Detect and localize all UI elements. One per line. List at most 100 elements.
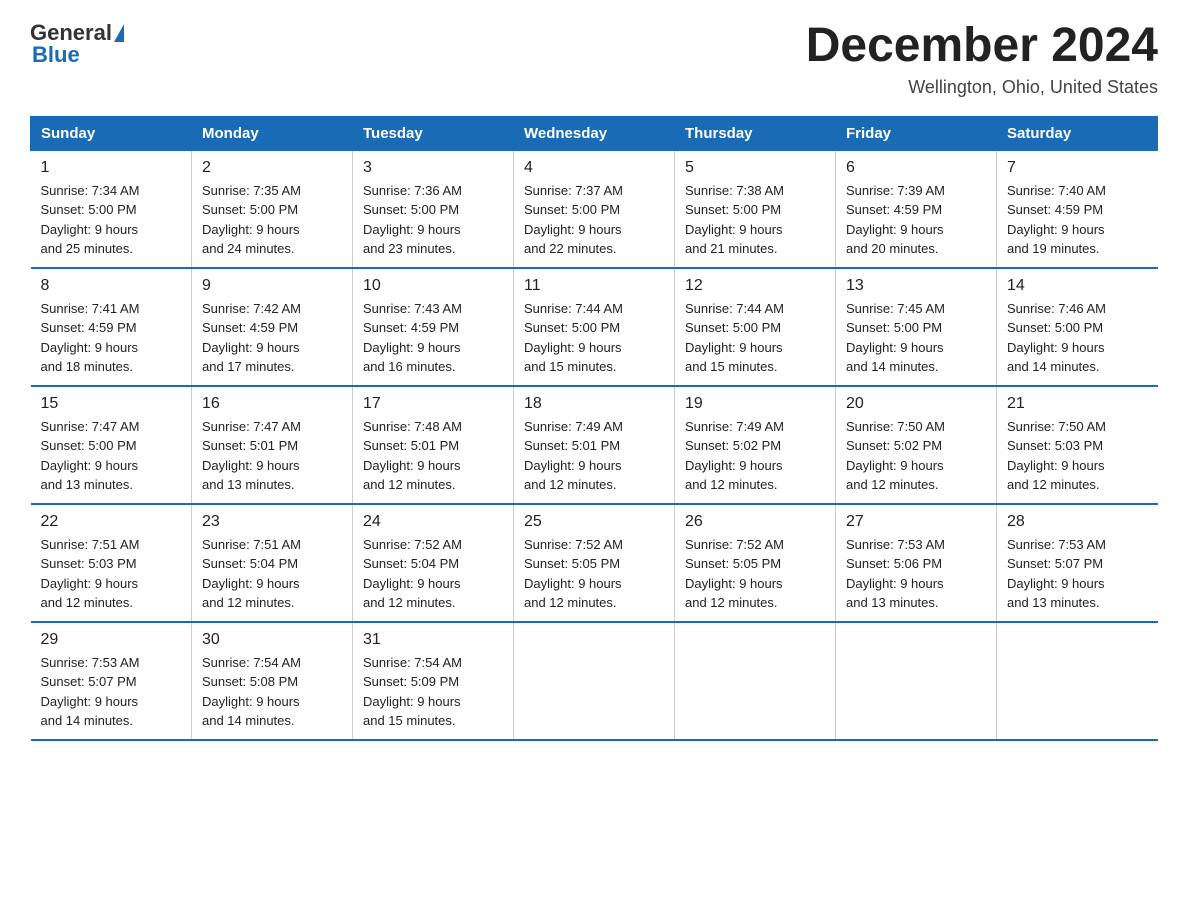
day-number: 19 — [685, 395, 825, 413]
cell-info: Sunrise: 7:49 AMSunset: 5:01 PMDaylight:… — [524, 419, 623, 493]
calendar-cell: 9 Sunrise: 7:42 AMSunset: 4:59 PMDayligh… — [192, 268, 353, 386]
day-number: 8 — [41, 277, 182, 295]
calendar-cell: 6 Sunrise: 7:39 AMSunset: 4:59 PMDayligh… — [836, 150, 997, 268]
cell-info: Sunrise: 7:44 AMSunset: 5:00 PMDaylight:… — [524, 301, 623, 375]
day-number: 29 — [41, 631, 182, 649]
calendar-cell: 29 Sunrise: 7:53 AMSunset: 5:07 PMDaylig… — [31, 622, 192, 740]
cell-info: Sunrise: 7:46 AMSunset: 5:00 PMDaylight:… — [1007, 301, 1106, 375]
col-header-sunday: Sunday — [31, 116, 192, 150]
calendar-cell: 15 Sunrise: 7:47 AMSunset: 5:00 PMDaylig… — [31, 386, 192, 504]
day-number: 20 — [846, 395, 986, 413]
cell-info: Sunrise: 7:42 AMSunset: 4:59 PMDaylight:… — [202, 301, 301, 375]
cell-info: Sunrise: 7:54 AMSunset: 5:08 PMDaylight:… — [202, 655, 301, 729]
calendar-cell: 23 Sunrise: 7:51 AMSunset: 5:04 PMDaylig… — [192, 504, 353, 622]
day-number: 11 — [524, 277, 664, 295]
cell-info: Sunrise: 7:44 AMSunset: 5:00 PMDaylight:… — [685, 301, 784, 375]
cell-info: Sunrise: 7:39 AMSunset: 4:59 PMDaylight:… — [846, 183, 945, 257]
cell-info: Sunrise: 7:45 AMSunset: 5:00 PMDaylight:… — [846, 301, 945, 375]
cell-info: Sunrise: 7:53 AMSunset: 5:07 PMDaylight:… — [41, 655, 140, 729]
cell-info: Sunrise: 7:53 AMSunset: 5:06 PMDaylight:… — [846, 537, 945, 611]
day-number: 5 — [685, 159, 825, 177]
calendar-cell: 25 Sunrise: 7:52 AMSunset: 5:05 PMDaylig… — [514, 504, 675, 622]
calendar-cell: 18 Sunrise: 7:49 AMSunset: 5:01 PMDaylig… — [514, 386, 675, 504]
day-number: 26 — [685, 513, 825, 531]
cell-info: Sunrise: 7:48 AMSunset: 5:01 PMDaylight:… — [363, 419, 462, 493]
calendar-cell: 26 Sunrise: 7:52 AMSunset: 5:05 PMDaylig… — [675, 504, 836, 622]
calendar-week-row: 8 Sunrise: 7:41 AMSunset: 4:59 PMDayligh… — [31, 268, 1158, 386]
day-number: 27 — [846, 513, 986, 531]
cell-info: Sunrise: 7:51 AMSunset: 5:03 PMDaylight:… — [41, 537, 140, 611]
col-header-wednesday: Wednesday — [514, 116, 675, 150]
calendar-cell: 21 Sunrise: 7:50 AMSunset: 5:03 PMDaylig… — [997, 386, 1158, 504]
calendar-header-row: SundayMondayTuesdayWednesdayThursdayFrid… — [31, 116, 1158, 150]
cell-info: Sunrise: 7:52 AMSunset: 5:05 PMDaylight:… — [685, 537, 784, 611]
calendar-cell: 27 Sunrise: 7:53 AMSunset: 5:06 PMDaylig… — [836, 504, 997, 622]
cell-info: Sunrise: 7:40 AMSunset: 4:59 PMDaylight:… — [1007, 183, 1106, 257]
calendar-cell: 19 Sunrise: 7:49 AMSunset: 5:02 PMDaylig… — [675, 386, 836, 504]
cell-info: Sunrise: 7:38 AMSunset: 5:00 PMDaylight:… — [685, 183, 784, 257]
cell-info: Sunrise: 7:35 AMSunset: 5:00 PMDaylight:… — [202, 183, 301, 257]
cell-info: Sunrise: 7:43 AMSunset: 4:59 PMDaylight:… — [363, 301, 462, 375]
col-header-saturday: Saturday — [997, 116, 1158, 150]
calendar-table: SundayMondayTuesdayWednesdayThursdayFrid… — [30, 116, 1158, 741]
col-header-monday: Monday — [192, 116, 353, 150]
calendar-cell: 3 Sunrise: 7:36 AMSunset: 5:00 PMDayligh… — [353, 150, 514, 268]
calendar-cell: 10 Sunrise: 7:43 AMSunset: 4:59 PMDaylig… — [353, 268, 514, 386]
calendar-week-row: 22 Sunrise: 7:51 AMSunset: 5:03 PMDaylig… — [31, 504, 1158, 622]
cell-info: Sunrise: 7:49 AMSunset: 5:02 PMDaylight:… — [685, 419, 784, 493]
cell-info: Sunrise: 7:34 AMSunset: 5:00 PMDaylight:… — [41, 183, 140, 257]
calendar-cell — [675, 622, 836, 740]
cell-info: Sunrise: 7:47 AMSunset: 5:01 PMDaylight:… — [202, 419, 301, 493]
calendar-week-row: 15 Sunrise: 7:47 AMSunset: 5:00 PMDaylig… — [31, 386, 1158, 504]
cell-info: Sunrise: 7:41 AMSunset: 4:59 PMDaylight:… — [41, 301, 140, 375]
day-number: 24 — [363, 513, 503, 531]
day-number: 2 — [202, 159, 342, 177]
day-number: 13 — [846, 277, 986, 295]
logo: General Blue — [30, 20, 126, 68]
day-number: 10 — [363, 277, 503, 295]
calendar-cell — [514, 622, 675, 740]
logo-triangle-icon — [114, 24, 124, 42]
day-number: 23 — [202, 513, 342, 531]
day-number: 17 — [363, 395, 503, 413]
calendar-week-row: 1 Sunrise: 7:34 AMSunset: 5:00 PMDayligh… — [31, 150, 1158, 268]
calendar-subtitle: Wellington, Ohio, United States — [806, 77, 1158, 98]
col-header-thursday: Thursday — [675, 116, 836, 150]
calendar-cell: 12 Sunrise: 7:44 AMSunset: 5:00 PMDaylig… — [675, 268, 836, 386]
day-number: 12 — [685, 277, 825, 295]
day-number: 16 — [202, 395, 342, 413]
calendar-cell: 24 Sunrise: 7:52 AMSunset: 5:04 PMDaylig… — [353, 504, 514, 622]
calendar-cell: 31 Sunrise: 7:54 AMSunset: 5:09 PMDaylig… — [353, 622, 514, 740]
calendar-week-row: 29 Sunrise: 7:53 AMSunset: 5:07 PMDaylig… — [31, 622, 1158, 740]
calendar-cell: 4 Sunrise: 7:37 AMSunset: 5:00 PMDayligh… — [514, 150, 675, 268]
calendar-cell: 13 Sunrise: 7:45 AMSunset: 5:00 PMDaylig… — [836, 268, 997, 386]
cell-info: Sunrise: 7:53 AMSunset: 5:07 PMDaylight:… — [1007, 537, 1106, 611]
day-number: 22 — [41, 513, 182, 531]
calendar-cell: 7 Sunrise: 7:40 AMSunset: 4:59 PMDayligh… — [997, 150, 1158, 268]
calendar-cell: 16 Sunrise: 7:47 AMSunset: 5:01 PMDaylig… — [192, 386, 353, 504]
calendar-cell: 2 Sunrise: 7:35 AMSunset: 5:00 PMDayligh… — [192, 150, 353, 268]
calendar-cell: 14 Sunrise: 7:46 AMSunset: 5:00 PMDaylig… — [997, 268, 1158, 386]
cell-info: Sunrise: 7:36 AMSunset: 5:00 PMDaylight:… — [363, 183, 462, 257]
day-number: 14 — [1007, 277, 1148, 295]
calendar-cell: 22 Sunrise: 7:51 AMSunset: 5:03 PMDaylig… — [31, 504, 192, 622]
calendar-cell: 8 Sunrise: 7:41 AMSunset: 4:59 PMDayligh… — [31, 268, 192, 386]
calendar-cell — [997, 622, 1158, 740]
day-number: 7 — [1007, 159, 1148, 177]
day-number: 4 — [524, 159, 664, 177]
logo-blue-text: Blue — [32, 42, 80, 68]
calendar-cell: 5 Sunrise: 7:38 AMSunset: 5:00 PMDayligh… — [675, 150, 836, 268]
day-number: 9 — [202, 277, 342, 295]
col-header-tuesday: Tuesday — [353, 116, 514, 150]
day-number: 15 — [41, 395, 182, 413]
calendar-cell: 11 Sunrise: 7:44 AMSunset: 5:00 PMDaylig… — [514, 268, 675, 386]
cell-info: Sunrise: 7:51 AMSunset: 5:04 PMDaylight:… — [202, 537, 301, 611]
page-header: General Blue December 2024 Wellington, O… — [30, 20, 1158, 98]
cell-info: Sunrise: 7:52 AMSunset: 5:04 PMDaylight:… — [363, 537, 462, 611]
cell-info: Sunrise: 7:50 AMSunset: 5:02 PMDaylight:… — [846, 419, 945, 493]
cell-info: Sunrise: 7:37 AMSunset: 5:00 PMDaylight:… — [524, 183, 623, 257]
cell-info: Sunrise: 7:50 AMSunset: 5:03 PMDaylight:… — [1007, 419, 1106, 493]
calendar-cell: 20 Sunrise: 7:50 AMSunset: 5:02 PMDaylig… — [836, 386, 997, 504]
col-header-friday: Friday — [836, 116, 997, 150]
day-number: 21 — [1007, 395, 1148, 413]
